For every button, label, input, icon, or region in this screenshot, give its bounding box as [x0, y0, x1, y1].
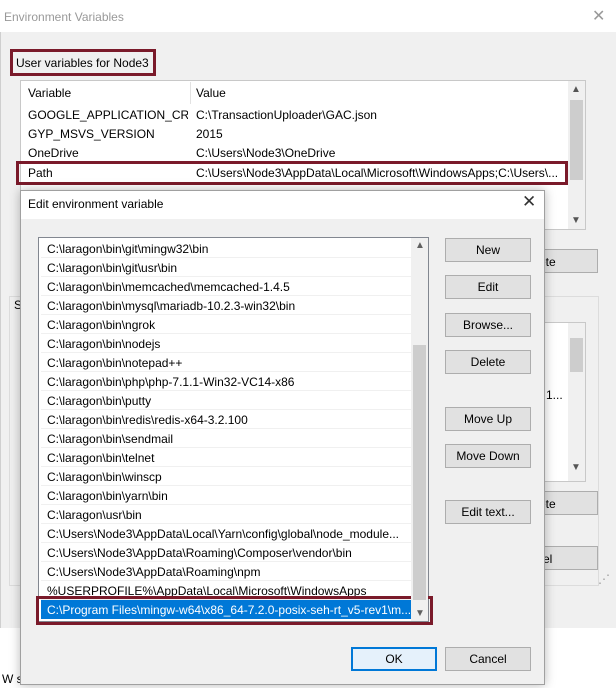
path-entry: C:\laragon\bin\putty — [47, 394, 152, 408]
list-item[interactable]: C:\laragon\bin\php\php-7.1.1-Win32-VC14-… — [41, 372, 411, 391]
scroll-down-icon[interactable]: ▼ — [415, 608, 425, 619]
move-up-button[interactable]: Move Up — [445, 407, 531, 431]
variable-name: OneDrive — [28, 146, 79, 160]
list-item[interactable]: C:\laragon\bin\sendmail — [41, 429, 411, 448]
scroll-up-icon[interactable]: ▲ — [571, 84, 581, 95]
scroll-down-icon[interactable]: ▼ — [571, 462, 581, 473]
edit-button[interactable]: Edit — [445, 275, 531, 299]
delete-button[interactable]: Delete — [445, 350, 531, 374]
delete-button-label: Delete — [470, 355, 506, 369]
list-item[interactable]: C:\laragon\bin\yarn\bin — [41, 486, 411, 505]
list-item[interactable]: C:\laragon\bin\git\usr\bin — [41, 258, 411, 277]
env-close-icon[interactable]: ✕ — [592, 6, 605, 26]
move-up-button-label: Move Up — [463, 412, 513, 426]
column-header-variable[interactable]: Variable — [28, 86, 71, 100]
move-down-button[interactable]: Move Down — [445, 444, 531, 468]
list-item[interactable]: C:\laragon\bin\telnet — [41, 448, 411, 467]
cancel-button-label: Cancel — [469, 652, 507, 666]
path-entry: C:\laragon\bin\git\mingw32\bin — [47, 242, 209, 256]
path-entry: C:\laragon\usr\bin — [47, 508, 142, 522]
table-row[interactable]: OneDrive C:\Users\Node3\OneDrive — [21, 143, 568, 162]
edit-text-button[interactable]: Edit text... — [445, 500, 531, 524]
list-item[interactable]: C:\Users\Node3\AppData\Roaming\npm — [41, 562, 411, 581]
edit-text-button-label: Edit text... — [461, 505, 515, 519]
path-entry: C:\Users\Node3\AppData\Roaming\npm — [47, 565, 261, 579]
resize-grip-icon[interactable]: ⋰ — [598, 572, 610, 586]
list-item[interactable]: C:\laragon\bin\git\mingw32\bin — [41, 239, 411, 258]
path-entry: C:\laragon\bin\redis\redis-x64-3.2.100 — [47, 413, 248, 427]
path-entry: C:\laragon\bin\git\usr\bin — [47, 261, 178, 275]
scroll-thumb[interactable] — [570, 338, 583, 372]
browse-button[interactable]: Browse... — [445, 313, 531, 337]
scroll-thumb[interactable] — [413, 345, 426, 600]
list-item[interactable]: C:\laragon\usr\bin — [41, 505, 411, 524]
close-icon[interactable]: ✕ — [522, 192, 536, 212]
scroll-down-icon[interactable]: ▼ — [571, 215, 581, 226]
ok-button[interactable]: OK — [351, 647, 437, 671]
ok-button-label: OK — [385, 652, 403, 666]
path-entry: C:\laragon\bin\mysql\mariadb-10.2.3-win3… — [47, 299, 296, 313]
new-button[interactable]: New — [445, 238, 531, 262]
list-item[interactable]: C:\laragon\bin\putty — [41, 391, 411, 410]
path-entry: C:\laragon\bin\sendmail — [47, 432, 174, 446]
column-header-value[interactable]: Value — [196, 86, 226, 100]
list-item[interactable]: C:\laragon\bin\memcached\memcached-1.4.5 — [41, 277, 411, 296]
user-variables-label: User variables for Node3 — [16, 56, 149, 70]
selected-path-highlight — [36, 596, 433, 625]
path-entry: C:\Users\Node3\AppData\Local\Yarn\config… — [47, 527, 399, 541]
path-entry: C:\laragon\bin\telnet — [47, 451, 155, 465]
list-item[interactable]: C:\Users\Node3\AppData\Local\Yarn\config… — [41, 524, 411, 543]
system-value-fragment: 1... — [546, 388, 563, 402]
path-entry: C:\laragon\bin\memcached\memcached-1.4.5 — [47, 280, 290, 294]
list-item[interactable]: C:\laragon\bin\ngrok — [41, 315, 411, 334]
path-entry: C:\laragon\bin\yarn\bin — [47, 489, 168, 503]
table-row[interactable]: GYP_MSVS_VERSION 2015 — [21, 124, 568, 143]
list-item[interactable]: C:\laragon\bin\notepad++ — [41, 353, 411, 372]
move-down-button-label: Move Down — [456, 449, 520, 463]
variable-value: 2015 — [196, 127, 223, 141]
scroll-thumb[interactable] — [570, 100, 583, 180]
list-item[interactable]: C:\laragon\bin\mysql\mariadb-10.2.3-win3… — [41, 296, 411, 315]
table-row[interactable]: GOOGLE_APPLICATION_CRE... C:\Transaction… — [21, 105, 568, 124]
cancel-button[interactable]: Cancel — [445, 647, 531, 671]
list-item[interactable]: C:\Users\Node3\AppData\Roaming\Composer\… — [41, 543, 411, 562]
list-item[interactable]: C:\laragon\bin\winscp — [41, 467, 411, 486]
path-entry: C:\laragon\bin\notepad++ — [47, 356, 183, 370]
variable-name: GYP_MSVS_VERSION — [28, 127, 155, 141]
variable-value: C:\TransactionUploader\GAC.json — [196, 108, 377, 122]
column-separator[interactable] — [190, 82, 191, 104]
path-row-highlight — [16, 161, 568, 185]
edit-button-label: Edit — [477, 280, 499, 294]
path-entry: C:\laragon\bin\winscp — [47, 470, 162, 484]
path-entry: C:\laragon\bin\ngrok — [47, 318, 156, 332]
scroll-up-icon[interactable]: ▲ — [415, 240, 425, 251]
variable-value: C:\Users\Node3\OneDrive — [196, 146, 336, 160]
variable-name: GOOGLE_APPLICATION_CRE... — [28, 108, 188, 122]
browse-button-label: Browse... — [462, 318, 513, 332]
env-window-title: Environment Variables — [4, 10, 124, 24]
path-entry: C:\Users\Node3\AppData\Roaming\Composer\… — [47, 546, 352, 560]
new-button-label: New — [475, 243, 500, 257]
list-item[interactable]: C:\laragon\bin\nodejs — [41, 334, 411, 353]
path-entry: C:\laragon\bin\nodejs — [47, 337, 161, 351]
path-entry: C:\laragon\bin\php\php-7.1.1-Win32-VC14-… — [47, 375, 295, 389]
list-item[interactable]: C:\laragon\bin\redis\redis-x64-3.2.100 — [41, 410, 411, 429]
edit-dialog-title: Edit environment variable — [28, 197, 164, 211]
